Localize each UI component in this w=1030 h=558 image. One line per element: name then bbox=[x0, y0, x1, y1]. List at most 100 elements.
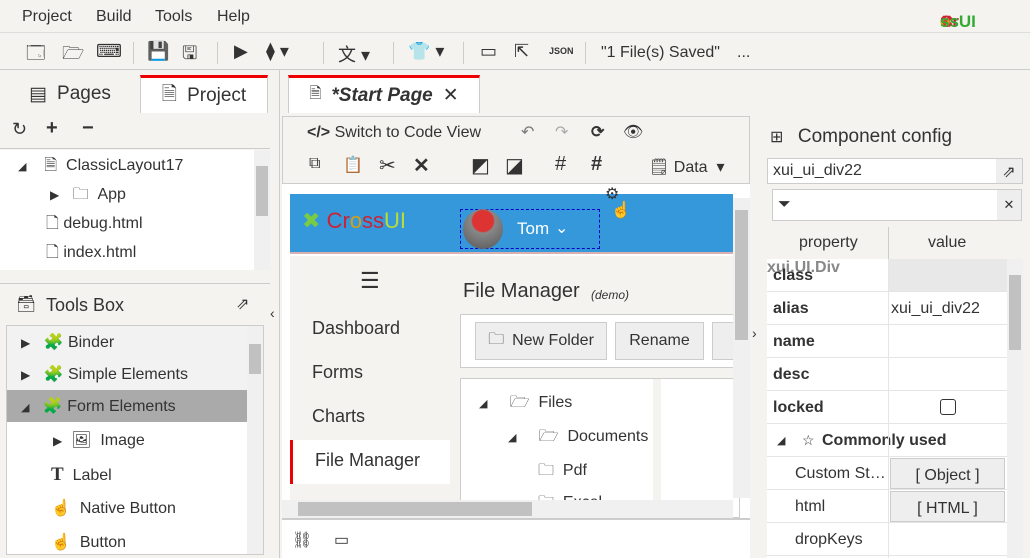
file-toolbar: 🗀 New Folder Rename bbox=[460, 314, 750, 368]
filter-icon: ⏷ bbox=[778, 196, 791, 213]
tools-box-title: Tools Box bbox=[46, 295, 125, 315]
tool-native-button[interactable]: ☝ Native Button bbox=[51, 498, 176, 518]
prop-row-desc[interactable]: desc bbox=[767, 358, 1007, 391]
open-external-icon[interactable]: ⇗ bbox=[996, 159, 1022, 183]
file-manager-title: File Manager bbox=[463, 280, 580, 302]
bring-front-icon[interactable]: ◩ bbox=[471, 153, 490, 178]
canvas-vscroll[interactable] bbox=[733, 198, 750, 498]
nav-forms[interactable]: Forms bbox=[290, 352, 450, 396]
group-commonly-used[interactable]: ◢ ☆ Commonly used bbox=[767, 424, 1007, 457]
language-dropdown-icon[interactable]: 文 ▾ bbox=[338, 41, 370, 67]
folder-open-icon: 🗁 bbox=[509, 394, 530, 411]
html-file-icon: 🗋 bbox=[46, 215, 59, 232]
remove-icon[interactable]: − bbox=[82, 117, 94, 140]
link-icon[interactable]: ⛓ bbox=[292, 530, 312, 550]
menu-tools[interactable]: Tools bbox=[155, 8, 192, 26]
app-header[interactable]: ✖ CrossUI Tom ⌄ bbox=[290, 194, 733, 254]
open-folder-icon[interactable]: 🗁 bbox=[62, 41, 84, 71]
add-icon[interactable]: + bbox=[46, 117, 58, 140]
tab-project[interactable]: 🗎 Project bbox=[140, 75, 268, 113]
tool-button[interactable]: ☝ Button bbox=[51, 532, 126, 552]
menu-project[interactable]: Project bbox=[22, 8, 72, 26]
nav-dashboard[interactable]: Dashboard bbox=[290, 308, 450, 352]
tool-image[interactable]: ▶ 🖼 Image bbox=[53, 430, 145, 450]
preview-icon[interactable]: 👁 bbox=[623, 122, 643, 142]
tool-binder[interactable]: ▶ 🧩 Binder bbox=[7, 326, 247, 358]
app-nav: ☰ Dashboard Forms Charts File Manager bbox=[290, 256, 450, 516]
locked-checkbox[interactable] bbox=[940, 399, 956, 415]
tab-pages[interactable]: ▤ Pages bbox=[0, 75, 140, 113]
alias-input[interactable]: xui_ui_div22 ⇗ bbox=[767, 158, 1023, 184]
terminal-settings-icon[interactable]: ⌨ bbox=[96, 41, 122, 62]
prop-row-html[interactable]: html[ HTML ] bbox=[767, 490, 1007, 523]
clear-filter-icon[interactable]: ✕ bbox=[997, 190, 1021, 220]
folder-icon: 🗀 bbox=[538, 462, 555, 479]
prop-row-dropkeys[interactable]: dropKeys bbox=[767, 523, 1007, 556]
tool-simple-elements[interactable]: ▶ 🧩 Simple Elements bbox=[7, 358, 247, 390]
prop-row-locked[interactable]: locked bbox=[767, 391, 1007, 424]
puzzle-icon: 🧩 bbox=[43, 366, 64, 383]
menu-build[interactable]: Build bbox=[96, 8, 132, 26]
filter-input[interactable]: ⏷ ✕ bbox=[772, 189, 1022, 221]
send-back-icon[interactable]: ◪ bbox=[505, 153, 524, 178]
export-icon[interactable]: ⇱ bbox=[514, 41, 529, 62]
prop-row-class[interactable]: class xui.UI.Div bbox=[767, 259, 1007, 292]
tab-start-page[interactable]: 🗎 *Start Page ✕ bbox=[288, 75, 480, 113]
snap-grid-icon[interactable]: # bbox=[591, 153, 602, 176]
console-icon[interactable]: ▭ bbox=[480, 41, 497, 62]
tree-pdf[interactable]: 🗀 Pdf bbox=[538, 459, 587, 486]
refresh-icon[interactable]: ↻ bbox=[12, 119, 27, 140]
prop-row-name[interactable]: name bbox=[767, 325, 1007, 358]
puzzle-icon: 🧩 bbox=[42, 398, 63, 415]
window-icon[interactable]: ▭ bbox=[334, 530, 349, 550]
collapse-left-icon[interactable]: ‹ bbox=[270, 305, 275, 321]
component-config-header: ⊞ Component config bbox=[770, 126, 952, 148]
copy-icon[interactable]: ⧉ bbox=[309, 155, 320, 173]
more-button[interactable]: ... bbox=[737, 44, 750, 62]
hamburger-icon[interactable]: ☰ bbox=[360, 268, 380, 294]
status-text: "1 File(s) Saved" bbox=[601, 44, 720, 61]
folder-tree: ◢ 🗁 Files ◢ 🗁 Documents 🗀 Pdf 🗀 Excel bbox=[460, 378, 740, 518]
refresh-icon[interactable]: ⟳ bbox=[591, 122, 604, 142]
switch-code-view-button[interactable]: </> Switch to Code View bbox=[307, 124, 481, 142]
grid-icon[interactable]: # bbox=[555, 153, 566, 176]
tree-documents[interactable]: ◢ 🗁 Documents bbox=[508, 425, 648, 452]
theme-dropdown-icon[interactable]: 👕 ▾ bbox=[408, 41, 444, 62]
menu-help[interactable]: Help bbox=[217, 8, 250, 26]
tools-scrollbar[interactable] bbox=[247, 326, 263, 554]
prop-row-custom-style[interactable]: Custom St…[ Object ] bbox=[767, 457, 1007, 490]
tool-label[interactable]: T Label bbox=[51, 464, 112, 486]
folder-icon: 🗀 bbox=[72, 186, 89, 203]
delete-icon[interactable]: ✕ bbox=[413, 153, 430, 178]
close-tab-icon[interactable]: ✕ bbox=[443, 84, 459, 107]
collapse-right-icon[interactable]: › bbox=[752, 325, 757, 341]
undo-icon[interactable]: ↶ bbox=[521, 122, 534, 142]
app-logo: ✖ CrossUI bbox=[302, 208, 407, 233]
prop-row-alias[interactable]: alias xui_ui_div22 bbox=[767, 292, 1007, 325]
data-dropdown[interactable]: 🗒 Data ▾ bbox=[649, 157, 724, 177]
tree-item-app[interactable]: ▶ 🗀 App bbox=[50, 183, 126, 210]
redo-icon[interactable]: ↷ bbox=[555, 122, 568, 142]
tool-form-elements[interactable]: ◢ 🧩 Form Elements bbox=[7, 390, 247, 422]
tree-scrollbar[interactable] bbox=[254, 150, 270, 270]
json-icon[interactable]: JSON bbox=[549, 46, 574, 56]
new-project-icon[interactable]: 🗔 bbox=[26, 41, 46, 71]
selected-user-div[interactable]: Tom ⌄ bbox=[460, 209, 600, 249]
nav-file-manager[interactable]: File Manager bbox=[290, 440, 450, 484]
new-folder-button[interactable]: 🗀 New Folder bbox=[475, 322, 607, 360]
tree-item-debug[interactable]: 🗋 debug.html bbox=[46, 212, 143, 239]
build-dropdown-icon[interactable]: ⧫ ▾ bbox=[266, 41, 289, 62]
nav-charts[interactable]: Charts bbox=[290, 396, 450, 440]
run-icon[interactable]: ▶ bbox=[234, 41, 248, 62]
tree-item-index[interactable]: 🗋 index.html bbox=[46, 241, 136, 268]
save-icon[interactable]: 💾 bbox=[147, 41, 169, 62]
tree-files[interactable]: ◢ 🗁 Files bbox=[479, 391, 572, 418]
canvas-hscroll[interactable] bbox=[282, 500, 733, 518]
cut-icon[interactable]: ✂ bbox=[379, 153, 396, 178]
popout-icon[interactable]: ⇗ bbox=[236, 294, 249, 314]
paste-icon[interactable]: 📋 bbox=[343, 155, 363, 175]
save-all-icon[interactable]: 🖫 bbox=[182, 41, 197, 71]
rename-button[interactable]: Rename bbox=[615, 322, 704, 360]
tree-item-project[interactable]: ◢ 🗎 ClassicLayout17 bbox=[18, 154, 183, 181]
props-scrollbar[interactable] bbox=[1007, 259, 1023, 558]
